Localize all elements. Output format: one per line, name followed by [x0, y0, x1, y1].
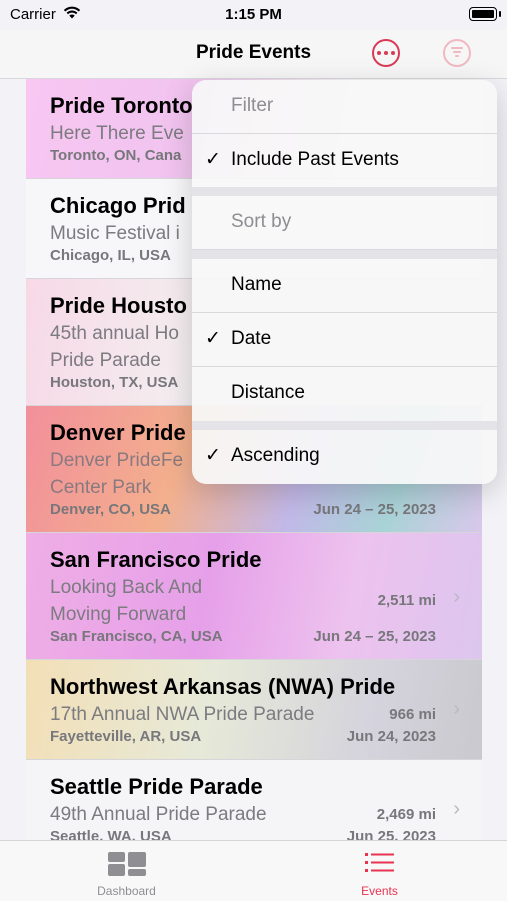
- event-subtitle: Here There Eve: [50, 123, 184, 144]
- ellipsis-circle-icon: [377, 51, 381, 55]
- menu-separator: [192, 250, 497, 259]
- filter-header-label: Filter: [231, 95, 274, 116]
- more-options-button[interactable]: [372, 39, 400, 67]
- tab-events[interactable]: Events: [253, 841, 506, 901]
- menu-item-label: Distance: [231, 382, 305, 403]
- menu-separator: [192, 187, 497, 196]
- checkmark-icon: ✓: [205, 149, 221, 170]
- clock: 1:15 PM: [225, 6, 282, 23]
- event-distance: 966 mi: [389, 706, 436, 723]
- chevron-right-icon: ›: [453, 698, 460, 720]
- checkmark-icon: ✓: [205, 445, 221, 466]
- event-date: Jun 25, 2023: [346, 828, 436, 840]
- list-icon: [365, 853, 394, 872]
- filter-circle-icon: [451, 47, 463, 49]
- menu-item-ascending[interactable]: ✓ Ascending: [192, 430, 497, 483]
- event-date: Jun 24 – 25, 2023: [313, 628, 436, 645]
- event-name: Pride Toronto: [50, 93, 193, 118]
- tab-label: Dashboard: [97, 884, 156, 898]
- navigation-bar: Pride Events: [0, 30, 507, 79]
- menu-header-sort-by: Sort by: [192, 196, 497, 250]
- event-location: Houston, TX, USA: [50, 374, 179, 391]
- tab-dashboard[interactable]: Dashboard: [0, 841, 253, 901]
- menu-item-sort-distance[interactable]: Distance: [192, 367, 497, 420]
- event-distance: 2,469 mi: [376, 806, 436, 823]
- event-subtitle: 45th annual Ho: [50, 323, 179, 344]
- event-date: Jun 24 – 25, 2023: [313, 501, 436, 518]
- sort-header-label: Sort by: [231, 211, 292, 232]
- battery-icon: [469, 7, 501, 21]
- event-location: Toronto, ON, Cana: [50, 147, 182, 164]
- event-location: Chicago, IL, USA: [50, 247, 171, 264]
- menu-item-label: Include Past Events: [231, 149, 399, 170]
- menu-item-sort-date[interactable]: ✓ Date: [192, 313, 497, 367]
- event-location: San Francisco, CA, USA: [50, 628, 223, 645]
- event-subtitle: 17th Annual NWA Pride Parade: [50, 704, 315, 725]
- menu-item-include-past-events[interactable]: ✓ Include Past Events: [192, 134, 497, 188]
- event-subtitle: Moving Forward: [50, 604, 187, 625]
- event-name: Denver Pride: [50, 420, 186, 445]
- event-subtitle: Denver PrideFe: [50, 450, 184, 471]
- page-title: Pride Events: [195, 42, 312, 63]
- filter-button[interactable]: [443, 39, 471, 67]
- options-menu: Filter ✓ Include Past Events Sort by Nam…: [192, 80, 497, 484]
- event-location: Seattle, WA, USA: [50, 828, 172, 840]
- event-row[interactable]: San Francisco Pride Looking Back And Mov…: [26, 533, 482, 660]
- event-name: Seattle Pride Parade: [50, 774, 263, 799]
- menu-separator: [192, 421, 497, 430]
- event-name: Pride Housto: [50, 293, 187, 318]
- menu-header-filter: Filter: [192, 80, 497, 134]
- event-row[interactable]: Seattle Pride Parade 49th Annual Pride P…: [26, 760, 482, 840]
- event-subtitle: Pride Parade: [50, 350, 161, 371]
- status-bar: Carrier 1:15 PM: [0, 0, 507, 30]
- event-row[interactable]: Northwest Arkansas (NWA) Pride 17th Annu…: [26, 660, 482, 760]
- event-subtitle: Center Park: [50, 477, 152, 498]
- menu-item-label: Ascending: [231, 445, 320, 466]
- event-subtitle: 49th Annual Pride Parade: [50, 804, 267, 825]
- tab-bar: Dashboard Events: [0, 840, 507, 901]
- menu-item-label: Name: [231, 274, 282, 295]
- event-distance: 2,511 mi: [377, 592, 436, 609]
- event-subtitle: Looking Back And: [50, 577, 203, 598]
- menu-item-sort-name[interactable]: Name: [192, 259, 497, 313]
- chevron-right-icon: ›: [453, 798, 460, 820]
- event-name: Northwest Arkansas (NWA) Pride: [50, 674, 396, 699]
- checkmark-icon: ✓: [205, 328, 221, 349]
- menu-item-label: Date: [231, 328, 272, 349]
- dashboard-icon: [108, 852, 146, 876]
- event-location: Denver, CO, USA: [50, 501, 171, 518]
- event-date: Jun 24, 2023: [346, 728, 436, 745]
- chevron-right-icon: ›: [453, 586, 460, 608]
- event-location: Fayetteville, AR, USA: [50, 728, 202, 745]
- event-subtitle: Music Festival i: [50, 223, 180, 244]
- event-name: Chicago Prid: [50, 193, 186, 218]
- tab-label: Events: [361, 884, 398, 898]
- event-name: San Francisco Pride: [50, 547, 262, 572]
